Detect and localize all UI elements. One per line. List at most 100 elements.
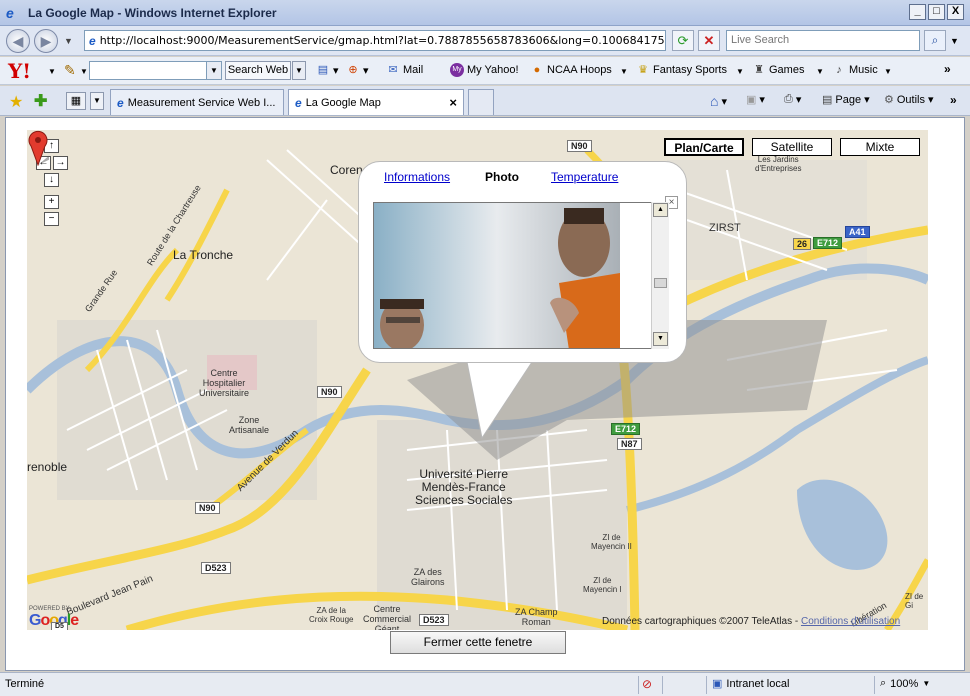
tools-menu[interactable]: ⚙ Outils ▾ [884,93,934,107]
zoom-dropdown-icon: ▼ [922,679,931,688]
shield-n90-top: N90 [567,140,592,152]
map-copyright: Données cartographiques ©2007 TeleAtlas … [602,616,901,627]
window-title: La Google Map - Windows Internet Explore… [28,5,277,20]
printer-icon: ⎙ [784,93,793,105]
ie-icon: e [6,4,14,21]
target-icon[interactable]: ⊕ ▾ [346,63,368,77]
refresh-button[interactable]: ⟳ [672,30,694,51]
forward-button[interactable]: ▶ [34,29,58,53]
fantasy-dropdown-icon[interactable]: ▼ [736,67,744,76]
games-dropdown-icon[interactable]: ▼ [816,67,824,76]
yahoo-input-dropdown-icon[interactable]: ▼ [206,61,222,80]
games-item[interactable]: ♜ Games [752,63,804,77]
commands-more-chevron[interactable]: » [950,93,957,107]
my-yahoo-icon: My [450,63,464,77]
page-icon: ▤ [822,94,833,106]
feeds-button[interactable]: ▣ ▾ [746,93,765,106]
window-controls: _ □ X [909,4,964,20]
favorites-star-icon[interactable]: ★ [9,92,23,112]
label-zone-artisanale: Zone Artisanale [229,415,270,435]
page-icon: e [89,33,96,48]
history-dropdown-icon[interactable]: ▼ [64,36,73,46]
zoom-out-button[interactable]: − [44,212,59,226]
shield-26: 26 [793,238,812,250]
zoom-level[interactable]: ⌕ 100% ▼ [880,677,930,690]
pan-right-button[interactable]: → [53,156,68,170]
zoom-in-button[interactable]: + [44,195,59,209]
rss-icon: ▣ [746,94,757,106]
label-la-tronche: La Tronche [173,248,234,262]
shield-a41: A41 [845,226,870,238]
quick-tabs-icon[interactable]: ▦ [66,92,86,110]
status-divider [638,676,639,694]
joystick-icon: ♜ [754,64,764,76]
shield-d523-left: D523 [201,562,231,574]
back-button[interactable]: ◀ [6,29,30,53]
ncaa-dropdown-icon[interactable]: ▼ [620,67,628,76]
protected-mode-icon[interactable]: ⊘ [642,677,652,691]
shield-n87: N87 [617,438,642,450]
security-zone[interactable]: ▣ Intranet local [712,677,789,691]
url-text: http://localhost:9000/MeasurementService… [99,34,665,47]
close-button[interactable]: X [947,4,964,20]
new-tab-button[interactable] [468,89,494,115]
tab-temperature[interactable]: Temperature [551,170,618,184]
yahoo-toolbar: Y! ▼ ✎ ▼ ▼ Search Web ▼ ▤ ▾ ⊕ ▾ ✉ Mail My My… [0,57,970,85]
scroll-down-icon[interactable]: ▼ [653,332,668,346]
shield-n90-bottom: N90 [195,502,220,514]
basketball-icon: ● [533,64,541,76]
stop-button[interactable]: ✕ [698,30,720,51]
layout-icon[interactable]: ▤ ▾ [316,63,339,77]
add-favorite-icon[interactable]: ✚ [34,91,47,111]
music-item[interactable]: ♪ Music [832,63,877,77]
my-yahoo-item[interactable]: My My Yahoo! [450,63,519,77]
toolbar-more-chevron[interactable]: » [944,62,951,76]
pan-down-button[interactable]: ↓ [44,173,59,187]
yahoo-dropdown-icon[interactable]: ▼ [48,67,56,76]
shield-n90-mid: N90 [317,386,342,398]
close-window-button[interactable]: Fermer cette fenetre [390,631,566,654]
map-type-mixte-button[interactable]: Mixte [840,138,920,156]
print-button[interactable]: ⎙ ▾ [784,93,801,106]
label-za-champ-roman: ZA Champ Roman [515,607,558,627]
home-button[interactable]: ⌂ ▾ [710,93,727,109]
map-marker-icon[interactable] [27,130,49,166]
tab-informations[interactable]: Informations [384,170,450,184]
status-divider [706,676,707,694]
trophy-icon: ♛ [638,64,648,76]
page-menu[interactable]: ▤ Page ▾ [822,93,870,107]
pencil-dropdown-icon[interactable]: ▼ [80,67,88,76]
music-dropdown-icon[interactable]: ▼ [884,67,892,76]
photo-scrollbar[interactable]: ▲ ▼ [651,202,669,349]
close-tab-icon[interactable]: × [449,95,457,110]
search-icon[interactable]: ⌕ [924,30,946,51]
map-type-plan-button[interactable]: Plan/Carte [664,138,744,156]
tab-measurement-service[interactable]: e Measurement Service Web I... [110,89,284,115]
ie-page-icon: e [295,95,302,110]
map-type-satellite-button[interactable]: Satellite [752,138,832,156]
url-field[interactable]: e http://localhost:9000/MeasurementServi… [84,30,666,51]
tab-la-google-map[interactable]: e La Google Map × [288,89,464,115]
pencil-icon[interactable]: ✎ [64,62,76,79]
live-search-input[interactable]: Live Search [726,30,920,51]
google-map[interactable]: Corenc La Tronche ZIRST Les Jardins d'En… [27,130,928,630]
search-dropdown-icon[interactable]: ▼ [950,36,959,46]
webcam-photo-image [374,203,668,348]
scroll-up-icon[interactable]: ▲ [653,203,668,217]
label-zi-mayencin-2: ZI de Mayencin II [591,533,632,551]
yahoo-search-input[interactable] [89,61,207,80]
minimize-button[interactable]: _ [909,4,926,20]
search-web-button[interactable]: Search Web [225,61,291,80]
label-zi-mayencin-1: ZI de Mayencin I [583,576,622,594]
tab-photo[interactable]: Photo [485,170,519,184]
scroll-thumb[interactable] [654,278,667,288]
mail-item[interactable]: ✉ Mail [386,63,423,77]
yahoo-logo[interactable]: Y! [8,59,31,83]
ncaa-hoops-item[interactable]: ● NCAA Hoops [530,63,612,77]
tab-list-dropdown-icon[interactable]: ▼ [90,92,104,110]
maximize-button[interactable]: □ [928,4,945,20]
search-web-dropdown-icon[interactable]: ▼ [292,61,306,80]
label-universite: Université Pierre Mendès-France Sciences… [415,467,513,507]
terms-link[interactable]: Conditions d'utilisation [801,616,900,627]
fantasy-sports-item[interactable]: ♛ Fantasy Sports [636,63,727,77]
